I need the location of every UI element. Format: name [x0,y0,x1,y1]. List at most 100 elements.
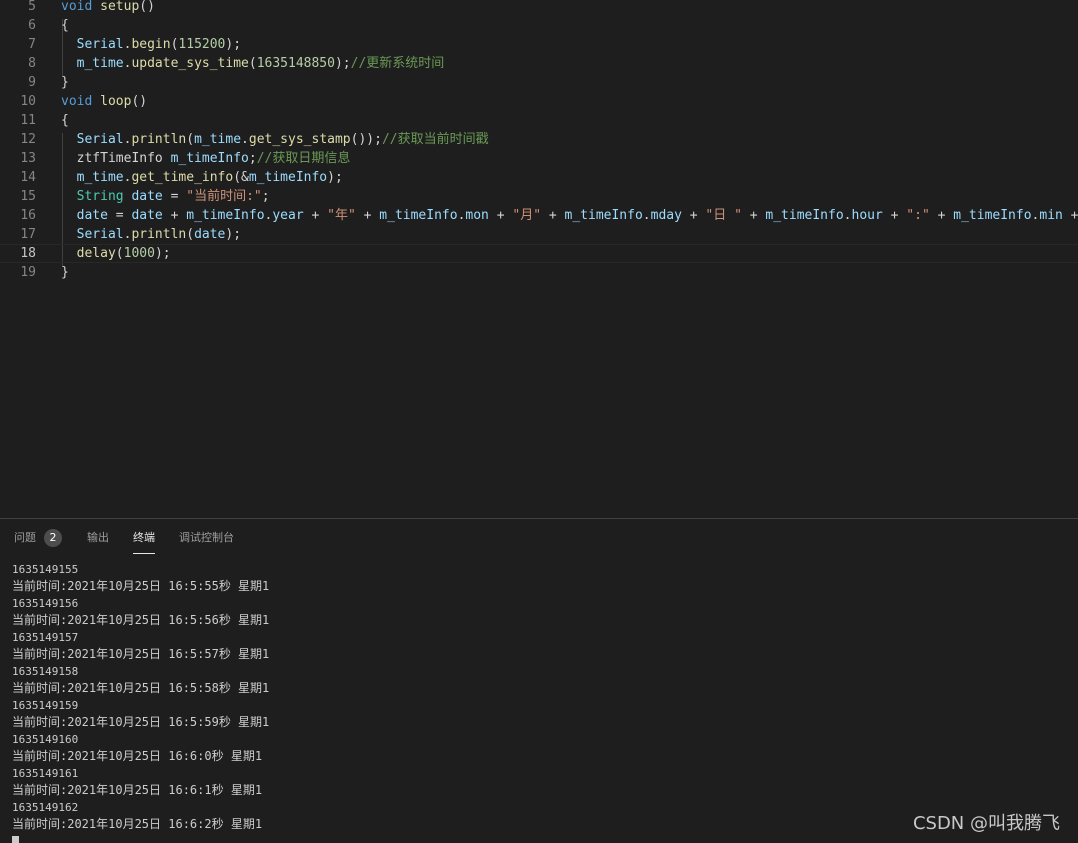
tab-problems[interactable]: 问题 2 [14,529,62,553]
code-line[interactable]: 5 void setup() [0,0,1078,16]
code-token: ); [334,56,351,71]
code-token: ( [248,56,257,71]
code-token: setup [100,0,140,14]
code-token: void [61,94,93,109]
code-token: hour [851,208,883,223]
code-token: void [61,0,93,14]
code-line[interactable]: 13 ztfTimeInfo m_timeInfo;//获取日期信息 [0,149,1078,168]
code-token: . [241,132,249,147]
code-token: () [131,94,148,109]
code-token: + [882,208,907,223]
code-token: "年" [327,208,356,223]
code-token: = [162,189,187,204]
code-token: + [355,208,380,223]
code-token: Serial [76,132,124,147]
code-token: begin [131,37,171,52]
code-line[interactable]: 14 m_time.get_time_info(&m_timeInfo); [0,168,1078,187]
code-text: m_time.update_sys_time(1635148850);//更新系… [61,54,445,73]
code-token: mday [650,208,682,223]
code-token: ( [115,246,124,261]
code-token: m_time [76,170,124,185]
problems-count-badge: 2 [44,529,62,547]
code-line[interactable]: 19} [0,263,1078,282]
code-token: 1635148850 [256,56,335,71]
line-number: 17 [20,227,36,242]
code-line[interactable]: 8 m_time.update_sys_time(1635148850);//更… [0,54,1078,73]
code-text: } [61,263,69,282]
code-token: + [303,208,328,223]
code-line[interactable]: 16 date = date + m_timeInfo. year + "年" +… [0,206,1078,225]
code-text: ztfTimeInfo m_timeInfo;//获取日期信息 [61,149,351,168]
watermark: CSDN @叫我腾飞 [912,813,1060,834]
code-editor[interactable]: 5 void setup() 6{7 Serial.begin(115200); 8 … [0,0,1078,518]
code-line[interactable]: 11 { [0,111,1078,130]
code-token: ); [327,170,343,185]
code-text: Serial.println(date); [61,225,241,244]
code-line[interactable]: 15 String date = "当前时间:"; [0,187,1078,206]
code-text: Serial.println(m_time.get_sys_stamp());/… [61,130,489,149]
code-line[interactable]: 9} [0,73,1078,92]
code-token: + [1070,208,1078,223]
terminal-date-line: 当前时间:2021年10月25日 16:5:57秒 星期1 [12,647,270,661]
line-number: 12 [20,132,36,147]
code-token: delay [76,246,116,261]
tab-output[interactable]: 输出 [87,529,109,553]
tab-terminal-label: 终端 [133,531,155,544]
code-token: m_timeInfo [170,151,249,166]
code-line[interactable]: 18 delay(1000); [0,244,1078,263]
terminal-timestamp-line: 1635149160 [12,733,79,746]
terminal-timestamp-line: 1635149156 [12,597,79,610]
code-token: ztfTimeInfo [76,151,163,166]
code-token: date [131,189,163,204]
code-token: ; [261,189,270,204]
code-token: m_timeInfo [186,208,265,223]
tab-debug-console[interactable]: 调试控制台 [179,529,234,553]
line-number: 16 [20,208,36,223]
code-token: { [61,113,69,128]
code-token: min [1039,208,1063,223]
tab-terminal[interactable]: 终端 [133,529,155,554]
terminal-cursor [12,835,19,843]
line-number: 10 [20,94,36,109]
code-token: date [194,227,226,242]
code-line[interactable]: 7 Serial.begin(115200); [0,35,1078,54]
code-text: { [61,111,69,130]
terminal-timestamp-line: 1635149158 [12,665,79,678]
code-token: year [272,208,304,223]
code-line[interactable]: 12 Serial.println(m_time.get_sys_stamp()… [0,130,1078,149]
code-token: m_time [76,56,124,71]
code-token: ); [154,246,171,261]
terminal-date-line: 当前时间:2021年10月25日 16:5:59秒 星期1 [12,715,270,729]
bottom-panel: 问题 2 输出 终端 调试控制台 1635149155 当前时间:2021年10月2… [0,518,1078,843]
code-token: date [76,208,108,223]
code-text: { [61,16,69,35]
code-token: "当前时间:" [186,189,262,204]
code-token: } [61,265,69,280]
terminal-date-line: 当前时间:2021年10月25日 16:5:58秒 星期1 [12,681,270,695]
code-token: m_timeInfo [765,208,844,223]
code-token: Serial [76,37,124,52]
line-number: 6 [28,18,36,33]
code-line[interactable]: 6{ [0,16,1078,35]
code-token: get_time_info [131,170,234,185]
code-token: . [642,208,651,223]
code-token: //更新系统时间 [350,56,445,71]
terminal-date-line: 当前时间:2021年10月25日 16:5:56秒 星期1 [12,613,270,627]
code-token: update_sys_time [131,56,249,71]
code-token: (& [233,170,249,185]
terminal-output[interactable]: 1635149155 当前时间:2021年10月25日 16:5:55秒 星期1 1… [12,561,269,843]
terminal-timestamp-line: 1635149155 [12,563,79,576]
terminal-timestamp-line: 1635149161 [12,767,79,780]
code-line[interactable]: 17 Serial.println(date); [0,225,1078,244]
code-token: m_timeInfo [564,208,643,223]
terminal-date-line: 当前时间:2021年10月25日 16:6:2秒 星期1 [12,817,263,831]
terminal-date-line: 当前时间:2021年10月25日 16:5:55秒 星期1 [12,579,270,593]
code-line[interactable]: 10 void loop() [0,92,1078,111]
line-number: 8 [28,56,36,71]
